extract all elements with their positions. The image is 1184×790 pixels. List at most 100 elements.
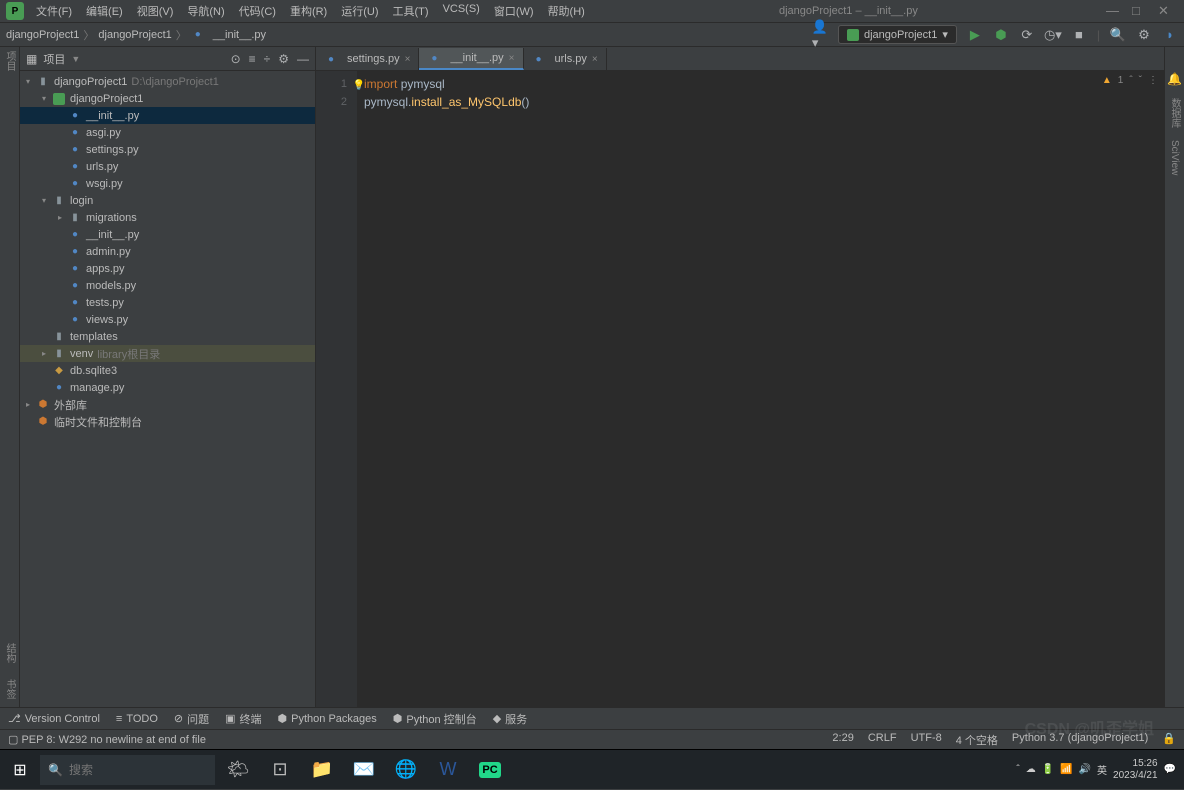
notifications-icon[interactable]: 🔔 bbox=[1167, 72, 1182, 86]
tool-python-packages[interactable]: ⬢ Python Packages bbox=[278, 712, 377, 725]
menu-help[interactable]: 帮助(H) bbox=[542, 1, 591, 21]
coverage-icon[interactable]: ⟳ bbox=[1019, 27, 1035, 43]
menu-navigate[interactable]: 导航(N) bbox=[181, 1, 230, 21]
tab-init[interactable]: ●__init__.py× bbox=[419, 48, 523, 70]
rail-structure[interactable]: 结构 bbox=[2, 643, 17, 663]
tool-problems[interactable]: ⊘ 问题 bbox=[174, 711, 209, 727]
chevron-down-icon[interactable]: ▼ bbox=[71, 54, 80, 64]
chevron-down-icon[interactable]: ˇ bbox=[1139, 75, 1142, 86]
panel-settings-icon[interactable]: ⚙ bbox=[278, 52, 289, 66]
project-tree[interactable]: ▾▮djangoProject1D:\djangoProject1▾django… bbox=[20, 71, 315, 707]
word-icon[interactable]: W bbox=[427, 750, 469, 790]
tool-services[interactable]: ◆ 服务 bbox=[493, 711, 527, 727]
menu-view[interactable]: 视图(V) bbox=[131, 1, 180, 21]
search-input[interactable] bbox=[69, 763, 224, 777]
rail-project[interactable]: 项目 bbox=[2, 51, 17, 71]
menu-code[interactable]: 代码(C) bbox=[233, 1, 282, 21]
tree-item-urls-py[interactable]: ●urls.py bbox=[20, 158, 315, 175]
search-icon[interactable]: 🔍 bbox=[1110, 27, 1126, 43]
tray-battery-icon[interactable]: 🔋 bbox=[1042, 764, 1054, 775]
status-caret-position[interactable]: 2:29 bbox=[832, 732, 853, 748]
crumb-folder[interactable]: djangoProject1 bbox=[98, 29, 171, 41]
profile-icon[interactable]: ◷▾ bbox=[1045, 27, 1061, 43]
select-opened-icon[interactable]: ⊙ bbox=[231, 52, 241, 66]
more-icon[interactable]: ⋮ bbox=[1148, 75, 1158, 86]
menu-tools[interactable]: 工具(T) bbox=[387, 1, 435, 21]
rail-sciview[interactable]: SciView bbox=[1169, 140, 1180, 175]
hide-panel-icon[interactable]: — bbox=[297, 52, 309, 66]
crumb-root[interactable]: djangoProject1 bbox=[6, 29, 79, 41]
tree-item-templates[interactable]: ▮templates bbox=[20, 328, 315, 345]
tree-item-apps-py[interactable]: ●apps.py bbox=[20, 260, 315, 277]
tree-item-login[interactable]: ▾▮login bbox=[20, 192, 315, 209]
tree-item----[interactable]: ▸⬢外部库 bbox=[20, 396, 315, 413]
tree-item-asgi-py[interactable]: ●asgi.py bbox=[20, 124, 315, 141]
tool-todo[interactable]: ≡ TODO bbox=[116, 713, 158, 725]
taskbar-search[interactable]: 🔍 bbox=[40, 755, 215, 785]
menu-refactor[interactable]: 重构(R) bbox=[284, 1, 333, 21]
expand-all-icon[interactable]: ≡ bbox=[249, 52, 256, 66]
tool-python-console[interactable]: ⬢ Python 控制台 bbox=[393, 711, 477, 727]
tree-item---init---py[interactable]: ●__init__.py bbox=[20, 107, 315, 124]
rail-bookmarks[interactable]: 书签 bbox=[2, 679, 17, 699]
tray-volume-icon[interactable]: 🔊 bbox=[1079, 764, 1091, 775]
code-content[interactable]: import pymysql pymysql.install_as_MySQLd… bbox=[358, 71, 1164, 707]
status-interpreter[interactable]: Python 3.7 (djangoProject1) bbox=[1012, 732, 1148, 748]
menu-file[interactable]: 文件(F) bbox=[30, 1, 78, 21]
tree-item-djangoproject1[interactable]: ▾djangoProject1 bbox=[20, 90, 315, 107]
tray-wifi-icon[interactable]: 📶 bbox=[1060, 764, 1072, 775]
tray-chevron-icon[interactable]: ˆ bbox=[1016, 764, 1019, 775]
menu-window[interactable]: 窗口(W) bbox=[488, 1, 540, 21]
tray-onedrive-icon[interactable]: ☁ bbox=[1026, 764, 1036, 775]
maximize-icon[interactable]: □ bbox=[1132, 3, 1144, 19]
status-line-separator[interactable]: CRLF bbox=[868, 732, 897, 748]
close-tab-icon[interactable]: × bbox=[592, 54, 598, 65]
tree-item-settings-py[interactable]: ●settings.py bbox=[20, 141, 315, 158]
tree-item-wsgi-py[interactable]: ●wsgi.py bbox=[20, 175, 315, 192]
status-indent[interactable]: 4 个空格 bbox=[956, 732, 998, 748]
tab-urls[interactable]: ●urls.py× bbox=[524, 48, 607, 70]
tree-item-manage-py[interactable]: ●manage.py bbox=[20, 379, 315, 396]
close-tab-icon[interactable]: × bbox=[509, 53, 515, 64]
tool-terminal[interactable]: ▣ 终端 bbox=[225, 711, 261, 727]
tree-item-migrations[interactable]: ▸▮migrations bbox=[20, 209, 315, 226]
crumb-file[interactable]: __init__.py bbox=[213, 29, 266, 41]
rail-database[interactable]: 数据库 bbox=[1167, 98, 1182, 128]
tab-settings[interactable]: ●settings.py× bbox=[316, 48, 419, 70]
mail-icon[interactable]: ✉️ bbox=[343, 750, 385, 790]
close-tab-icon[interactable]: × bbox=[405, 54, 411, 65]
bulb-icon[interactable]: 💡 bbox=[353, 77, 365, 95]
edge-icon[interactable]: 🌐 bbox=[385, 750, 427, 790]
tray-ime[interactable]: 英 bbox=[1097, 762, 1107, 777]
start-button[interactable]: ⊞ bbox=[0, 750, 40, 790]
tree-item---init---py[interactable]: ●__init__.py bbox=[20, 226, 315, 243]
tree-item-admin-py[interactable]: ●admin.py bbox=[20, 243, 315, 260]
collapse-all-icon[interactable]: ÷ bbox=[264, 52, 271, 66]
user-icon[interactable]: 👤▾ bbox=[812, 27, 828, 43]
debug-icon[interactable]: ⬢ bbox=[993, 27, 1009, 43]
tree-item-views-py[interactable]: ●views.py bbox=[20, 311, 315, 328]
chevron-up-icon[interactable]: ˆ bbox=[1129, 75, 1132, 86]
run-icon[interactable]: ▶ bbox=[967, 27, 983, 43]
tree-item---------[interactable]: ⬢临时文件和控制台 bbox=[20, 413, 315, 430]
tree-item-models-py[interactable]: ●models.py bbox=[20, 277, 315, 294]
pycharm-taskbar-icon[interactable]: PC bbox=[469, 750, 511, 790]
menu-vcs[interactable]: VCS(S) bbox=[437, 1, 486, 21]
lock-icon[interactable]: 🔒 bbox=[1162, 732, 1176, 748]
notifications-icon[interactable]: 💬 bbox=[1164, 764, 1176, 775]
tree-item-djangoproject1[interactable]: ▾▮djangoProject1D:\djangoProject1 bbox=[20, 73, 315, 90]
close-icon[interactable]: ✕ bbox=[1158, 3, 1170, 19]
tree-item-tests-py[interactable]: ●tests.py bbox=[20, 294, 315, 311]
menu-edit[interactable]: 编辑(E) bbox=[80, 1, 129, 21]
stop-icon[interactable]: ■ bbox=[1071, 27, 1087, 43]
inspection-widget[interactable]: ▲1 ˆ ˇ ⋮ bbox=[1102, 75, 1158, 86]
taskbar-clock[interactable]: 15:26 2023/4/21 bbox=[1113, 758, 1158, 782]
tree-item-db-sqlite3[interactable]: ◆db.sqlite3 bbox=[20, 362, 315, 379]
editor-body[interactable]: 1💡 2 import pymysql pymysql.install_as_M… bbox=[316, 71, 1164, 707]
menu-run[interactable]: 运行(U) bbox=[335, 1, 384, 21]
weather-widget[interactable]: 🌤 bbox=[217, 750, 259, 790]
tree-item-venv[interactable]: ▸▮venvlibrary根目录 bbox=[20, 345, 315, 362]
minimize-icon[interactable]: — bbox=[1106, 3, 1118, 19]
ide-features-icon[interactable]: ◗ bbox=[1162, 27, 1178, 43]
tool-version-control[interactable]: ⎇ Version Control bbox=[8, 712, 100, 725]
